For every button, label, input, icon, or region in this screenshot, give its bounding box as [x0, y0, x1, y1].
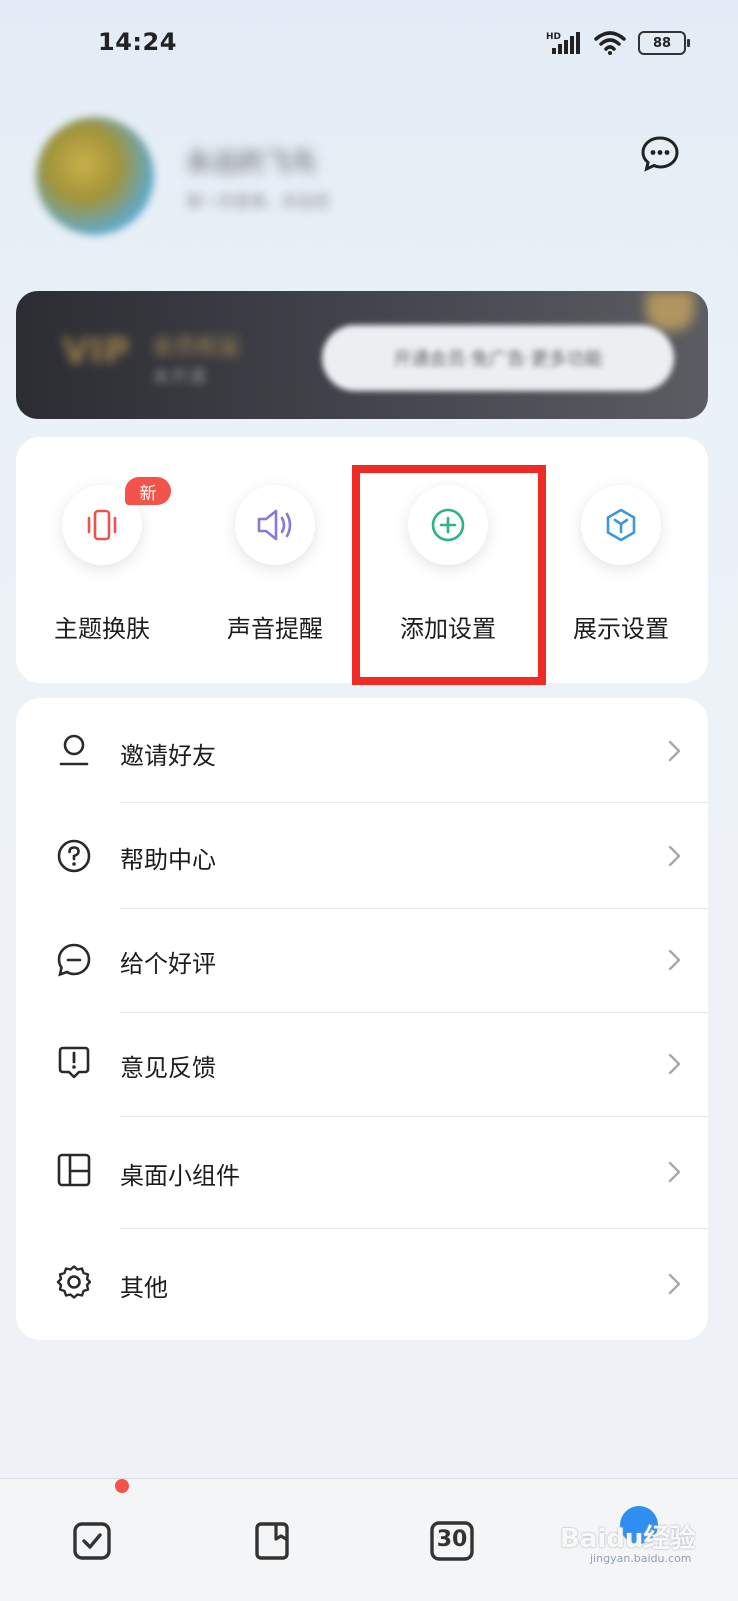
comment-icon [57, 943, 91, 977]
menu-label: 帮助中心 [120, 846, 216, 874]
battery-indicator: 88 [638, 31, 690, 55]
user-subtitle: 第一天登录，欢迎您 [186, 192, 331, 211]
notification-dot [115, 1479, 129, 1493]
menu-label: 给个好评 [120, 950, 216, 978]
watermark-url: jingyan.baidu.com [590, 1552, 692, 1565]
action-label: 声音提醒 [227, 615, 323, 643]
chevron-right-icon [668, 740, 681, 762]
vip-title: 会员权益 [152, 335, 241, 360]
chevron-right-icon [668, 845, 681, 867]
menu-label: 邀请好友 [120, 742, 216, 770]
username[interactable]: 永远的飞鸟 [186, 142, 356, 178]
divider [120, 802, 708, 803]
speaker-icon [257, 509, 292, 541]
menu-label: 桌面小组件 [120, 1162, 240, 1190]
menu-item-desktop-widget[interactable]: 桌面小组件 [16, 1116, 708, 1228]
calendar-icon[interactable]: 30 [430, 1521, 474, 1561]
action-circle [235, 485, 315, 565]
action-theme-skin[interactable]: 新 主题换肤 [16, 477, 188, 655]
chevron-right-icon [668, 1161, 681, 1183]
watermark-brand: Baidu经验 [560, 1524, 696, 1554]
notebook-icon[interactable] [252, 1521, 292, 1561]
action-label: 主题换肤 [54, 615, 150, 643]
vip-logo: VIP [62, 331, 130, 372]
question-circle-icon [57, 839, 91, 873]
phone-vibrate-icon [87, 509, 117, 541]
vip-cta-button[interactable]: 开通会员·免广告·更多功能 [322, 325, 674, 391]
menu-item-feedback[interactable]: 意见反馈 [16, 1012, 708, 1116]
gear-icon [56, 1265, 92, 1299]
crown-icon [646, 291, 694, 331]
network-label: HD [546, 32, 561, 42]
chevron-right-icon [668, 1053, 681, 1075]
wifi-icon [594, 31, 626, 55]
checkbox-icon[interactable] [72, 1521, 112, 1561]
widget-icon [57, 1153, 91, 1187]
action-label: 展示设置 [573, 615, 669, 643]
calendar-date: 30 [436, 1527, 468, 1552]
vip-banner[interactable]: VIP 会员权益 未开通 开通会员·免广告·更多功能 [16, 291, 708, 419]
status-time: 14:24 [98, 28, 177, 56]
menu-list: 邀请好友 帮助中心 给个好评 意见反馈 桌面小组件 其他 [16, 698, 708, 1340]
menu-item-rate-app[interactable]: 给个好评 [16, 908, 708, 1012]
message-button[interactable] [640, 134, 680, 174]
highlight-box [352, 465, 546, 685]
person-icon [59, 734, 89, 766]
avatar[interactable] [36, 117, 154, 235]
vip-status: 未开通 [152, 367, 206, 388]
status-icons: HD 88 [546, 30, 690, 56]
chevron-right-icon [668, 949, 681, 971]
menu-item-invite-friends[interactable]: 邀请好友 [16, 698, 708, 804]
menu-item-help-center[interactable]: 帮助中心 [16, 804, 708, 908]
feedback-icon [58, 1046, 90, 1079]
menu-label: 其他 [120, 1274, 168, 1302]
cube-icon [606, 508, 636, 542]
chat-bubble-icon [641, 136, 679, 172]
menu-label: 意见反馈 [120, 1054, 216, 1082]
action-circle [581, 485, 661, 565]
action-display-setting[interactable]: 展示设置 [535, 485, 707, 655]
menu-item-other[interactable]: 其他 [16, 1228, 708, 1340]
new-badge: 新 [125, 477, 171, 505]
chevron-right-icon [668, 1273, 681, 1295]
signal-icon: HD [546, 32, 580, 54]
action-sound-reminder[interactable]: 声音提醒 [189, 485, 361, 655]
